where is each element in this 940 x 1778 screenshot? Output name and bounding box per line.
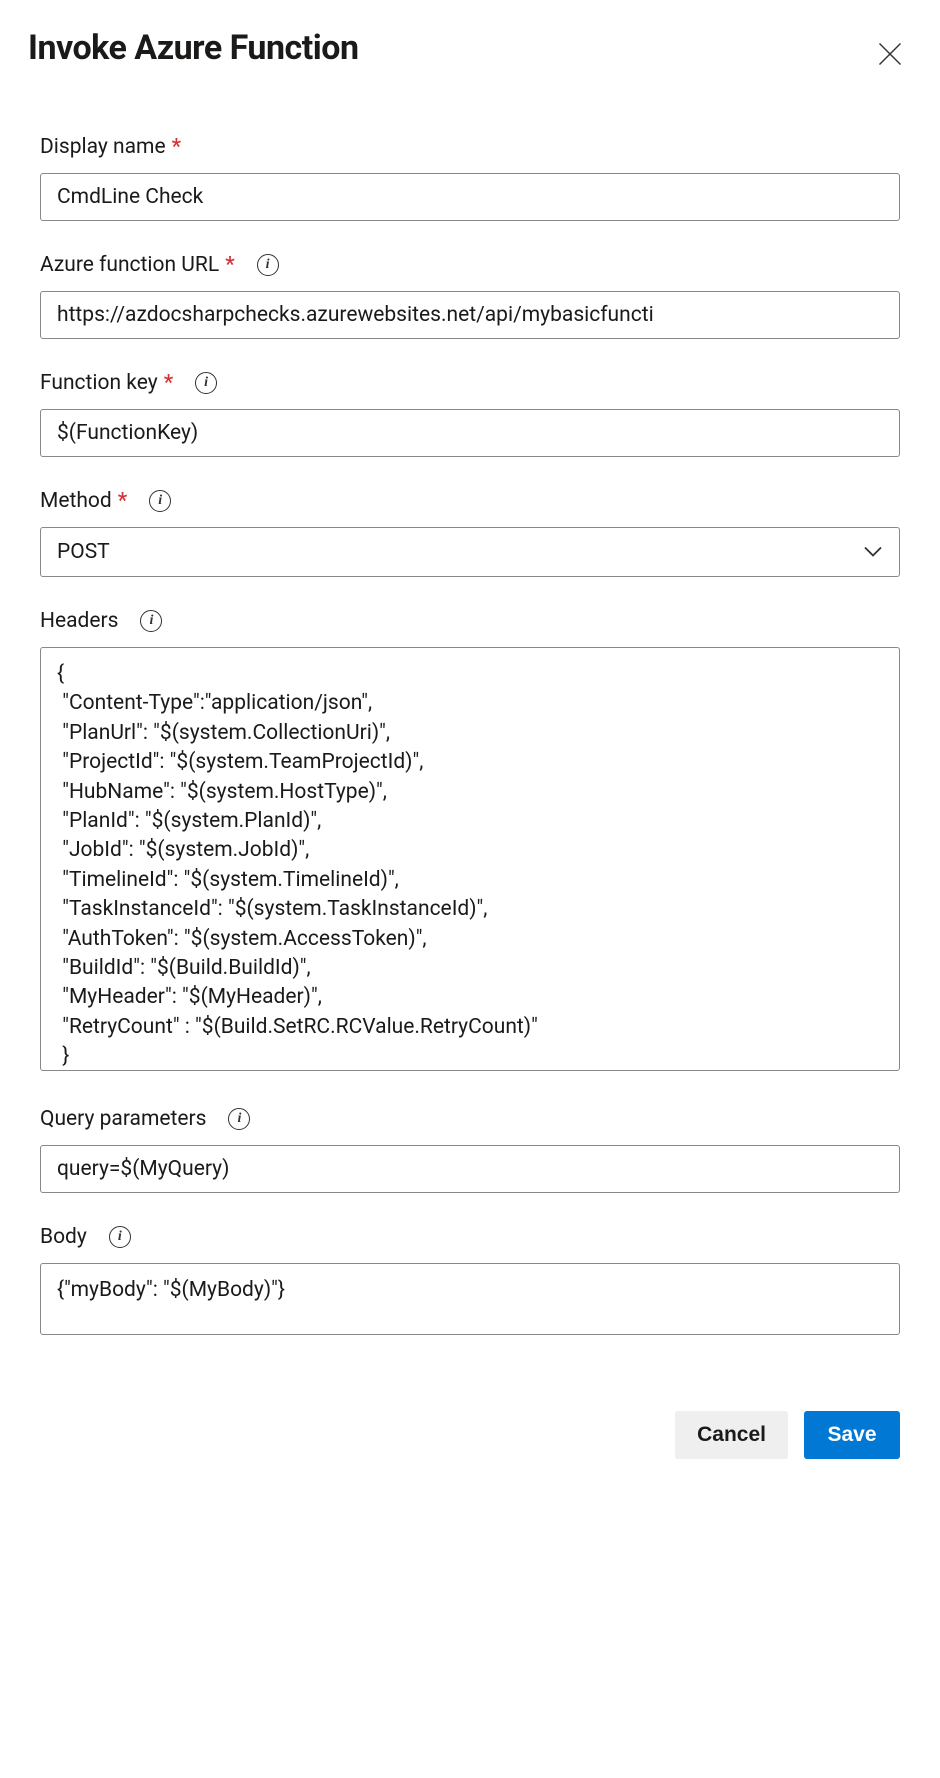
form-body: Display name * Azure function URL * i Fu…	[28, 135, 912, 1339]
close-icon	[876, 56, 904, 71]
field-body: Body i	[40, 1225, 900, 1339]
info-icon[interactable]: i	[195, 372, 217, 394]
info-icon[interactable]: i	[228, 1108, 250, 1130]
label-row: Method * i	[40, 489, 900, 513]
field-method: Method * i POST	[40, 489, 900, 577]
cancel-button[interactable]: Cancel	[675, 1411, 788, 1459]
function-url-label: Azure function URL	[40, 253, 219, 277]
save-button[interactable]: Save	[804, 1411, 900, 1459]
headers-textarea[interactable]	[40, 647, 900, 1071]
label-row: Function key * i	[40, 371, 900, 395]
required-indicator: *	[225, 253, 234, 277]
field-function-key: Function key * i	[40, 371, 900, 457]
headers-label: Headers	[40, 609, 118, 633]
info-icon[interactable]: i	[149, 490, 171, 512]
label-row: Display name *	[40, 135, 900, 159]
field-display-name: Display name *	[40, 135, 900, 221]
close-button[interactable]	[868, 32, 912, 79]
dialog-title: Invoke Azure Function	[28, 28, 359, 68]
label-row: Query parameters i	[40, 1107, 900, 1131]
body-label: Body	[40, 1225, 87, 1249]
field-query-parameters: Query parameters i	[40, 1107, 900, 1193]
field-headers: Headers i	[40, 609, 900, 1075]
body-textarea[interactable]	[40, 1263, 900, 1335]
info-icon[interactable]: i	[257, 254, 279, 276]
function-url-input[interactable]	[40, 291, 900, 339]
required-indicator: *	[172, 135, 181, 159]
display-name-label: Display name	[40, 135, 166, 159]
label-row: Body i	[40, 1225, 900, 1249]
dialog-header: Invoke Azure Function	[28, 28, 912, 79]
query-parameters-label: Query parameters	[40, 1107, 206, 1131]
dialog-footer: Cancel Save	[28, 1371, 912, 1491]
method-label: Method	[40, 489, 112, 513]
label-row: Azure function URL * i	[40, 253, 900, 277]
function-key-input[interactable]	[40, 409, 900, 457]
info-icon[interactable]: i	[109, 1226, 131, 1248]
method-select-wrapper: POST	[40, 527, 900, 577]
required-indicator: *	[118, 489, 127, 513]
field-function-url: Azure function URL * i	[40, 253, 900, 339]
info-icon[interactable]: i	[140, 610, 162, 632]
query-parameters-input[interactable]	[40, 1145, 900, 1193]
required-indicator: *	[164, 371, 173, 395]
method-select[interactable]: POST	[40, 527, 900, 577]
function-key-label: Function key	[40, 371, 158, 395]
label-row: Headers i	[40, 609, 900, 633]
display-name-input[interactable]	[40, 173, 900, 221]
